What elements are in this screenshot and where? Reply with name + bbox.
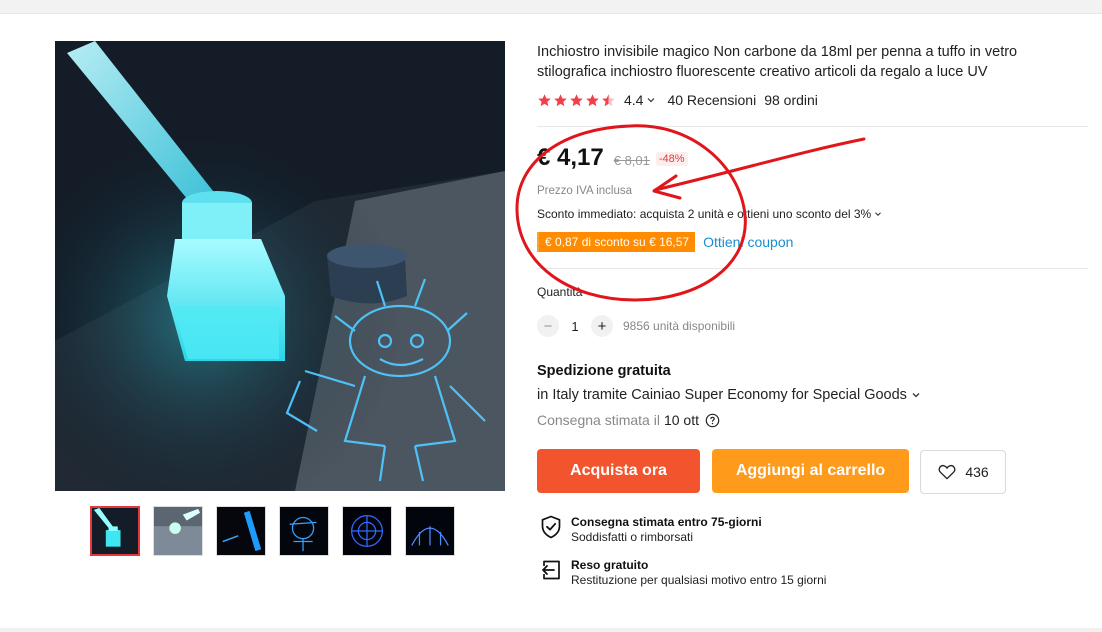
bottom-separator: [0, 628, 1102, 632]
thumbnail-5[interactable]: [342, 506, 392, 556]
thumbnail-strip: [90, 506, 455, 556]
wishlist-count: 436: [965, 464, 989, 480]
quantity-stepper: − 1 + 9856 unità disponibili: [537, 315, 735, 337]
buy-now-button[interactable]: Acquista ora: [537, 449, 700, 493]
shipping-method-text: in Italy tramite Cainiao Super Economy f…: [537, 387, 907, 403]
price-row: € 4,17 € 8,01 -48%: [537, 144, 688, 172]
wishlist-button[interactable]: 436: [920, 450, 1006, 494]
thumbnail-6[interactable]: [405, 506, 455, 556]
vat-note: Prezzo IVA inclusa: [537, 185, 633, 197]
orders-count: 98 ordini: [764, 92, 818, 108]
discount-badge: -48%: [655, 152, 688, 166]
instant-discount[interactable]: Sconto immediato: acquista 2 unità e ott…: [537, 207, 883, 221]
guarantee-subtitle: Restituzione per qualsiasi motivo entro …: [571, 573, 827, 587]
main-product-image[interactable]: [55, 41, 505, 491]
thumbnail-2[interactable]: [153, 506, 203, 556]
rating-value[interactable]: 4.4: [624, 92, 643, 108]
quantity-input[interactable]: 1: [559, 319, 591, 334]
delivery-date: 10 ott: [663, 412, 699, 428]
shield-check-icon: [541, 515, 561, 539]
shipping-title: Spedizione gratuita: [537, 363, 671, 379]
thumbnail-3[interactable]: [216, 506, 266, 556]
star-icon: [570, 93, 583, 106]
delivery-label: Consegna stimata il: [537, 412, 660, 428]
delivery-guarantee: Consegna stimata entro 75-giorni Soddisf…: [540, 515, 762, 545]
chevron-down-icon: [875, 212, 882, 217]
product-title: Inchiostro invisibile magico Non carbone…: [537, 44, 1018, 80]
shipping-method-selector[interactable]: in Italy tramite Cainiao Super Economy f…: [537, 387, 922, 403]
heart-icon: [938, 464, 956, 480]
quantity-increase-button[interactable]: +: [591, 315, 613, 337]
divider: [537, 268, 1088, 269]
guarantee-title: Consegna stimata entro 75-giorni: [571, 515, 762, 529]
delivery-estimate: Consegna stimata il 10 ott: [537, 412, 720, 428]
current-price: € 4,17: [537, 144, 604, 171]
star-icon: [586, 93, 599, 106]
star-icon: [554, 93, 567, 106]
reviews-link[interactable]: 40 Recensioni: [667, 92, 756, 108]
instant-discount-text: Sconto immediato: acquista 2 unità e ott…: [537, 207, 872, 221]
original-price: € 8,01: [613, 153, 650, 168]
free-return-guarantee: Reso gratuito Restituzione per qualsiasi…: [540, 558, 826, 588]
guarantee-subtitle: Soddisfatti o rimborsati: [571, 530, 694, 544]
coupon-tag: € 0,87 di sconto su € 16,57: [537, 232, 696, 252]
thumbnail-1[interactable]: [90, 506, 140, 556]
coupon-row: € 0,87 di sconto su € 16,57 Ottieni coup…: [537, 232, 793, 252]
rating-row: 4.4 40 Recensioni 98 ordini: [537, 90, 818, 110]
star-icon: [538, 93, 551, 106]
annotation-arrowhead: [652, 174, 682, 200]
half-star-icon: [602, 93, 615, 106]
chevron-down-icon: [912, 393, 920, 398]
rating-stars: [537, 93, 616, 108]
product-photo-uv-ink: [55, 41, 505, 491]
quantity-decrease-button[interactable]: −: [537, 315, 559, 337]
get-coupon-link[interactable]: Ottieni coupon: [703, 234, 793, 250]
return-icon: [542, 560, 560, 580]
add-to-cart-button[interactable]: Aggiungi al carrello: [712, 449, 909, 493]
guarantee-title: Reso gratuito: [571, 558, 649, 572]
quantity-label: Quantità: [537, 285, 583, 299]
chevron-down-icon[interactable]: [645, 94, 657, 106]
thumbnail-4[interactable]: [279, 506, 329, 556]
top-navigation-strip: [0, 0, 1102, 14]
available-stock: 9856 unità disponibili: [623, 319, 736, 333]
divider: [537, 126, 1088, 127]
help-icon[interactable]: [705, 413, 720, 428]
